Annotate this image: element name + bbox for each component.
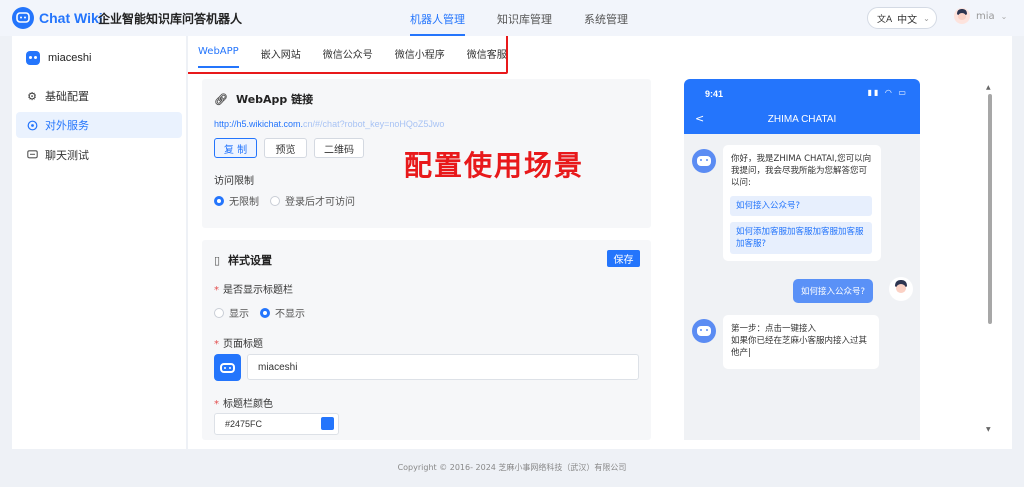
- card-title: 🔗︎ WebApp 链接: [214, 91, 313, 107]
- radio-label: 无限制: [229, 197, 259, 208]
- chat-icon: [26, 149, 38, 161]
- phone-icon: ▯: [214, 253, 221, 267]
- share-icon: [26, 119, 38, 131]
- scroll-up-icon[interactable]: ▲: [986, 84, 991, 91]
- radio-label: 显示: [229, 309, 249, 320]
- url-visible: http://h5.wikichat.com.: [214, 119, 304, 129]
- answer-line: 第一步：点击一键接入: [731, 324, 817, 334]
- qrcode-button[interactable]: 二维码: [314, 138, 364, 158]
- sidebar-item-external-service[interactable]: 对外服务: [16, 112, 182, 138]
- save-button[interactable]: 保存: [607, 250, 640, 267]
- tab-wechat-service[interactable]: 微信客服: [467, 36, 507, 68]
- user-menu[interactable]: mia ⌄: [954, 8, 1007, 24]
- sidebar: miaceshi ⚙ 基础配置 对外服务 聊天测试: [12, 36, 186, 449]
- annotation-text: 配置使用场景: [404, 149, 585, 182]
- translate-icon: 文A: [877, 14, 893, 25]
- footer-copyright: Copyright © 2016- 2024 芝麻小事网络科技（武汉）有限公司: [397, 463, 627, 472]
- link-icon: 🔗︎: [214, 92, 228, 106]
- label-text: 是否显示标题栏: [223, 285, 293, 296]
- sidebar-item-basic-config[interactable]: ⚙ 基础配置: [16, 83, 182, 109]
- robot-icon: [697, 156, 711, 166]
- service-tabs: WebAPP 嵌入网站 微信公众号 微信小程序 微信客服: [188, 36, 529, 68]
- robot-face: [220, 363, 235, 373]
- sidebar-item-label: 对外服务: [45, 119, 89, 132]
- suggestion-button[interactable]: 如何添加客服加客服加客服加客服加客服?: [730, 222, 872, 254]
- radio-dot: [260, 307, 270, 318]
- page-title-input[interactable]: miaceshi: [247, 354, 639, 380]
- radio-label: 登录后才可访问: [285, 197, 355, 208]
- title-color-label: * 标题栏颜色: [214, 399, 273, 410]
- radio-dot: [214, 307, 224, 318]
- scrollbar[interactable]: ▲ ▼: [986, 84, 994, 434]
- access-unlimited-radio[interactable]: 无限制: [214, 193, 259, 208]
- card-title-text: 样式设置: [228, 254, 273, 267]
- chevron-down-icon: ⌄: [1000, 11, 1008, 21]
- chevron-down-icon: ⌄: [923, 13, 930, 23]
- top-bar: Chat Wiki 企业智能知识库问答机器人 机器人管理 知识库管理 系统管理 …: [0, 0, 1024, 36]
- copy-button[interactable]: 复 制: [214, 138, 257, 158]
- user-name: mia: [976, 10, 995, 22]
- radio-dot: [214, 195, 224, 206]
- tab-embed-website[interactable]: 嵌入网站: [261, 36, 301, 68]
- sidebar-item-chat-test[interactable]: 聊天测试: [16, 142, 182, 168]
- nav-robot-management[interactable]: 机器人管理: [410, 0, 465, 36]
- preview-title: ZHIMA CHATAI: [767, 114, 837, 125]
- logo-text: Chat Wiki: [39, 10, 103, 26]
- bot-avatar: [692, 149, 716, 173]
- mobile-preview: 9:41 ▮▮ ◠ ▭ < ZHIMA CHATAI 你好，我是ZHIMA CH…: [684, 79, 920, 440]
- url-blurred: cn/#/chat?robot_key=noHQoZ5Jwo: [303, 119, 445, 129]
- color-swatch[interactable]: [321, 417, 334, 430]
- answer-bubble: 第一步：点击一键接入 如果你已经在芝麻小客服内接入过其他产|: [723, 315, 879, 369]
- preview-button[interactable]: 预览: [264, 138, 307, 158]
- scroll-thumb[interactable]: [988, 94, 992, 324]
- style-settings-card: ▯ 样式设置: [202, 240, 651, 440]
- preview-header: 9:41 ▮▮ ◠ ▭ < ZHIMA CHATAI: [684, 79, 920, 134]
- label-text: 页面标题: [223, 339, 263, 350]
- scroll-down-icon[interactable]: ▼: [986, 426, 991, 433]
- nav-knowledge-base[interactable]: 知识库管理: [497, 0, 552, 36]
- tab-wechat-miniprogram[interactable]: 微信小程序: [395, 36, 445, 68]
- tab-webapp[interactable]: WebAPP: [198, 36, 239, 68]
- user-message-bubble: 如何接入公众号?: [793, 279, 874, 303]
- robot-icon: [26, 51, 40, 65]
- show-title-yes-radio[interactable]: 显示: [214, 305, 249, 320]
- answer-line: 如果你已经在芝麻小客服内接入过其他产|: [731, 336, 868, 358]
- robot-name: miaceshi: [48, 52, 92, 64]
- card-title-text: WebApp 链接: [235, 93, 314, 106]
- label-text: 标题栏颜色: [223, 399, 273, 410]
- language-switcher[interactable]: 文A 中文 ⌄: [867, 7, 937, 29]
- access-limit-label: 访问限制: [214, 176, 254, 187]
- radio-dot: [270, 195, 280, 206]
- robot-avatar-icon[interactable]: [214, 354, 241, 381]
- sidebar-item-label: 聊天测试: [45, 149, 89, 162]
- radio-label: 不显示: [275, 309, 305, 320]
- app-title: 企业智能知识库问答机器人: [98, 12, 243, 26]
- show-title-label: * 是否显示标题栏: [214, 285, 293, 296]
- show-title-no-radio[interactable]: 不显示: [260, 305, 305, 320]
- logo[interactable]: Chat Wiki: [12, 7, 103, 29]
- access-login-radio[interactable]: 登录后才可访问: [270, 193, 355, 208]
- preview-time: 9:41: [705, 89, 724, 99]
- top-nav: 机器人管理 知识库管理 系统管理: [410, 0, 660, 36]
- page-title-label: * 页面标题: [214, 339, 263, 350]
- chat-logo-icon: [12, 7, 34, 29]
- robot-header: miaceshi: [26, 51, 91, 65]
- user-avatar: [889, 277, 913, 301]
- card-title: ▯ 样式设置: [214, 252, 272, 268]
- welcome-text: 你好，我是ZHIMA CHATAI,您可以向我提问，我会尽我所能为您解答您可以问…: [731, 154, 872, 188]
- sidebar-item-label: 基础配置: [45, 90, 89, 103]
- webapp-url[interactable]: http://h5.wikichat.com.cn/#/chat?robot_k…: [214, 119, 444, 129]
- bot-avatar: [692, 319, 716, 343]
- robot-icon: [697, 326, 711, 336]
- tab-wechat-official[interactable]: 微信公众号: [323, 36, 373, 68]
- nav-system-management[interactable]: 系统管理: [584, 0, 628, 36]
- language-label: 中文: [897, 14, 918, 26]
- avatar: [954, 8, 970, 24]
- suggestion-button[interactable]: 如何接入公众号?: [730, 196, 872, 216]
- gear-icon: ⚙: [27, 89, 37, 103]
- signal-wifi-battery-icon: ▮▮ ◠ ▭: [867, 88, 908, 97]
